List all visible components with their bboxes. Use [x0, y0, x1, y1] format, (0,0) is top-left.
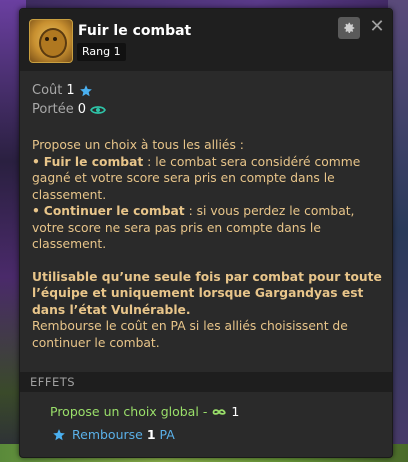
refund-note: Rembourse le coût en PA si les alliés ch…	[32, 319, 348, 350]
effect-refund-value: 1	[146, 427, 156, 442]
option-fuir: • Fuir le combat : le combat sera consid…	[32, 154, 361, 202]
star-icon	[79, 84, 93, 98]
range-value: 0	[77, 102, 87, 117]
cost-label: Coût	[32, 83, 63, 98]
cost-value: 1	[66, 83, 75, 98]
eye-icon	[90, 104, 107, 116]
effect-global-choice-text: Propose un choix global	[50, 404, 199, 419]
option-continuer: • Continuer le combat : si vous perdez l…	[32, 204, 355, 251]
spell-stats: Coût 1 Portée 0	[32, 81, 107, 119]
effect-refund-label: Rembourse	[72, 427, 143, 442]
close-button[interactable]: ✕	[368, 17, 386, 39]
infinity-icon	[211, 407, 227, 417]
effect-global-choice: Propose un choix global - 1	[50, 404, 240, 419]
settings-button[interactable]	[338, 17, 360, 39]
effects-header: EFFETS	[20, 372, 392, 392]
effect-refund: Rembourse 1 PA	[52, 427, 175, 442]
rank-badge[interactable]: Rang 1	[77, 43, 126, 61]
effect-global-choice-value: 1	[231, 404, 240, 419]
cost-row: Coût 1	[32, 81, 106, 100]
spell-title: Fuir le combat	[78, 23, 192, 39]
gear-icon	[344, 22, 355, 33]
spell-icon	[29, 19, 73, 63]
star-icon	[52, 428, 66, 442]
spell-description: Propose un choix à tous les alliés : • F…	[32, 137, 382, 351]
option-continuer-title: Continuer le combat	[43, 204, 185, 218]
option-fuir-title: Fuir le combat	[43, 154, 144, 169]
effect-refund-unit: PA	[159, 427, 175, 442]
description-intro: Propose un choix à tous les alliés :	[32, 138, 244, 152]
range-label: Portée	[32, 102, 74, 117]
usage-restriction: Utilisable qu’une seule fois par combat …	[32, 269, 382, 317]
spell-tooltip: Fuir le combat Rang 1 ✕ Coût 1 Portée 0 …	[19, 8, 393, 458]
tooltip-header: Fuir le combat Rang 1 ✕	[20, 9, 392, 71]
range-row: Portée 0	[32, 100, 107, 119]
